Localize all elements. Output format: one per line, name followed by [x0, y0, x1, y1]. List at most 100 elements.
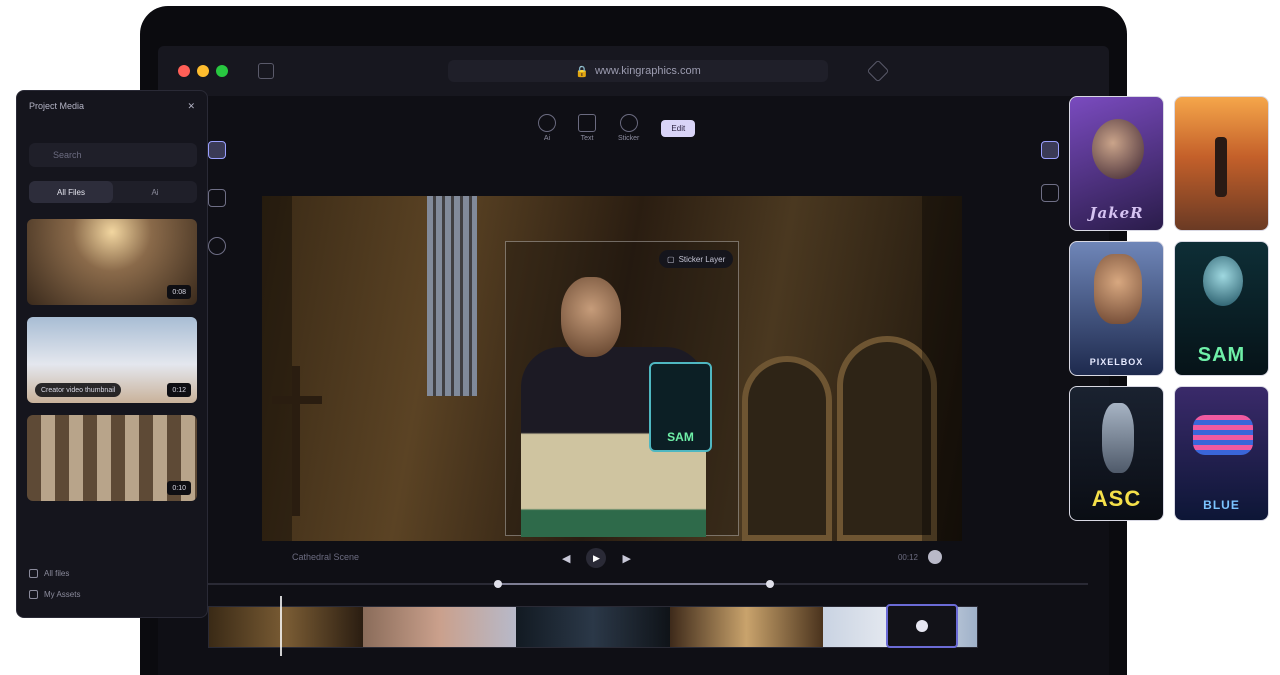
- avatar-card-pixelbox[interactable]: PIXELBOX: [1069, 241, 1164, 376]
- avatar-card-jaker[interactable]: JakeR: [1069, 96, 1164, 231]
- next-icon[interactable]: ▶: [622, 552, 630, 565]
- assets-icon: [29, 590, 38, 599]
- lock-icon: 🔒: [575, 65, 589, 78]
- panel-header: Project Media ✕: [29, 101, 195, 112]
- layers-icon[interactable]: [208, 189, 226, 207]
- video-editor-app: Ai Text Sticker Edit ▢ Sticker Layer SAM…: [158, 96, 1109, 675]
- avatar-label: BLUE: [1203, 498, 1240, 512]
- tool-ai[interactable]: Ai: [538, 114, 556, 142]
- top-toolbar: Ai Text Sticker Edit: [538, 114, 696, 142]
- media-thumbnail[interactable]: Creator video thumbnail 0:12: [27, 317, 197, 403]
- footer-my-assets[interactable]: My Assets: [29, 590, 80, 599]
- avatar-sticker[interactable]: SAM: [649, 362, 712, 452]
- stained-glass-window: [427, 196, 477, 396]
- transport: ◀ ▶ ▶: [562, 548, 631, 568]
- crucifix: [292, 366, 300, 516]
- tool-text[interactable]: Text: [578, 114, 596, 142]
- media-thumbnail[interactable]: 0:10: [27, 415, 197, 501]
- scrub-end-handle[interactable]: [766, 580, 774, 588]
- avatar-label: PIXELBOX: [1089, 357, 1144, 367]
- tool-label: Sticker: [618, 135, 640, 142]
- avatar-card-sunset[interactable]: [1174, 96, 1269, 231]
- tool-label: Ai: [543, 135, 551, 142]
- avatar-face: [1102, 403, 1134, 473]
- tool-sticker[interactable]: Sticker: [618, 114, 639, 142]
- media-panel: Project Media ✕ Search All Files Ai 0:08…: [16, 90, 208, 618]
- close-panel-icon[interactable]: ✕: [187, 101, 195, 112]
- duration-badge: 0:10: [167, 481, 191, 495]
- overlay-tag-label: Sticker Layer: [678, 254, 726, 264]
- record-icon[interactable]: [928, 550, 942, 564]
- avatar-card-asc[interactable]: ASC: [1069, 386, 1164, 521]
- avatar-icon: [538, 114, 556, 132]
- marketing-canvas: 🔒 www.kingraphics.com Ai Text Sticker Ed…: [0, 0, 1280, 675]
- time-readout: 00:12: [897, 552, 918, 562]
- text-icon: [578, 114, 596, 132]
- right-tool-strip: [1041, 141, 1059, 202]
- avatar-face: [1203, 256, 1243, 306]
- video-preview[interactable]: ▢ Sticker Layer SAM: [262, 196, 962, 541]
- share-panel-icon[interactable]: [1041, 184, 1059, 202]
- previous-icon[interactable]: ◀: [562, 552, 570, 565]
- avatar-card-blue[interactable]: BLUE: [1174, 386, 1269, 521]
- timeline-clip[interactable]: [362, 607, 517, 647]
- person-head: [561, 277, 621, 357]
- timeline-clip[interactable]: [209, 607, 363, 647]
- playback-info: 00:12: [898, 550, 942, 564]
- scrub-start-handle[interactable]: [494, 580, 502, 588]
- minimize-window-button[interactable]: [197, 65, 209, 77]
- media-search-input[interactable]: Search: [29, 143, 197, 167]
- sticker-icon: [619, 114, 638, 132]
- avatar-label: ASC: [1091, 486, 1142, 511]
- thumbnail-caption: Creator video thumbnail: [35, 383, 122, 397]
- overlay-tag[interactable]: ▢ Sticker Layer: [659, 250, 734, 268]
- window-controls: [178, 65, 228, 77]
- church-pillar: [922, 196, 962, 541]
- maximize-window-button[interactable]: [216, 65, 228, 77]
- scrub-bar[interactable]: [208, 580, 1088, 588]
- media-icon[interactable]: [208, 141, 226, 159]
- search-placeholder: Search: [53, 150, 82, 160]
- sticker-text: SAM: [667, 430, 694, 444]
- add-icon: [916, 620, 928, 632]
- avatar-figure: [1215, 137, 1227, 197]
- timeline-track[interactable]: [208, 606, 978, 648]
- avatar-overlay-frame[interactable]: ▢ Sticker Layer SAM: [505, 241, 739, 537]
- share-icon[interactable]: [866, 59, 890, 83]
- url-text: www.kingraphics.com: [594, 65, 701, 77]
- footer-all-files[interactable]: All files: [29, 569, 80, 578]
- address-bar[interactable]: 🔒 www.kingraphics.com: [448, 60, 828, 82]
- play-icon: ▶: [593, 552, 600, 563]
- scene-label: Cathedral Scene: [292, 552, 360, 562]
- laptop-frame: 🔒 www.kingraphics.com Ai Text Sticker Ed…: [140, 6, 1127, 675]
- timeline-clip[interactable]: [669, 607, 824, 647]
- avatar-visor: [1193, 415, 1253, 455]
- playhead[interactable]: [280, 596, 282, 656]
- add-clip-button[interactable]: [886, 604, 958, 648]
- close-window-button[interactable]: [178, 65, 190, 77]
- avatar-face: [1094, 254, 1142, 324]
- media-thumbnail[interactable]: 0:08: [27, 219, 197, 305]
- footer-label: My Assets: [44, 590, 81, 599]
- playback-controls: Cathedral Scene ◀ ▶ ▶ 00:12: [262, 544, 962, 574]
- browser-chrome: 🔒 www.kingraphics.com: [158, 46, 1109, 96]
- tool-label: Text: [580, 135, 594, 142]
- tab-all-files[interactable]: All Files: [29, 181, 113, 203]
- avatar-card-sam[interactable]: SAM: [1174, 241, 1269, 376]
- edit-button[interactable]: Edit: [661, 119, 696, 137]
- sidebar-toggle-icon[interactable]: [258, 63, 274, 79]
- avatar-label: JakeR: [1089, 204, 1144, 222]
- panel-title: Project Media: [29, 101, 85, 111]
- media-tabs: All Files Ai: [29, 181, 197, 203]
- panel-footer: All files My Assets: [29, 569, 80, 599]
- export-icon[interactable]: [1041, 141, 1059, 159]
- church-arch: [742, 356, 832, 541]
- tab-ai[interactable]: Ai: [113, 181, 197, 203]
- timeline-clip[interactable]: [516, 607, 670, 647]
- play-button[interactable]: ▶: [586, 548, 607, 568]
- scrub-selection: [498, 583, 770, 585]
- crucifix-beam: [272, 396, 322, 404]
- settings-icon[interactable]: [208, 237, 226, 255]
- avatar-label: SAM: [1197, 344, 1246, 366]
- laptop-screen: 🔒 www.kingraphics.com Ai Text Sticker Ed…: [158, 46, 1109, 675]
